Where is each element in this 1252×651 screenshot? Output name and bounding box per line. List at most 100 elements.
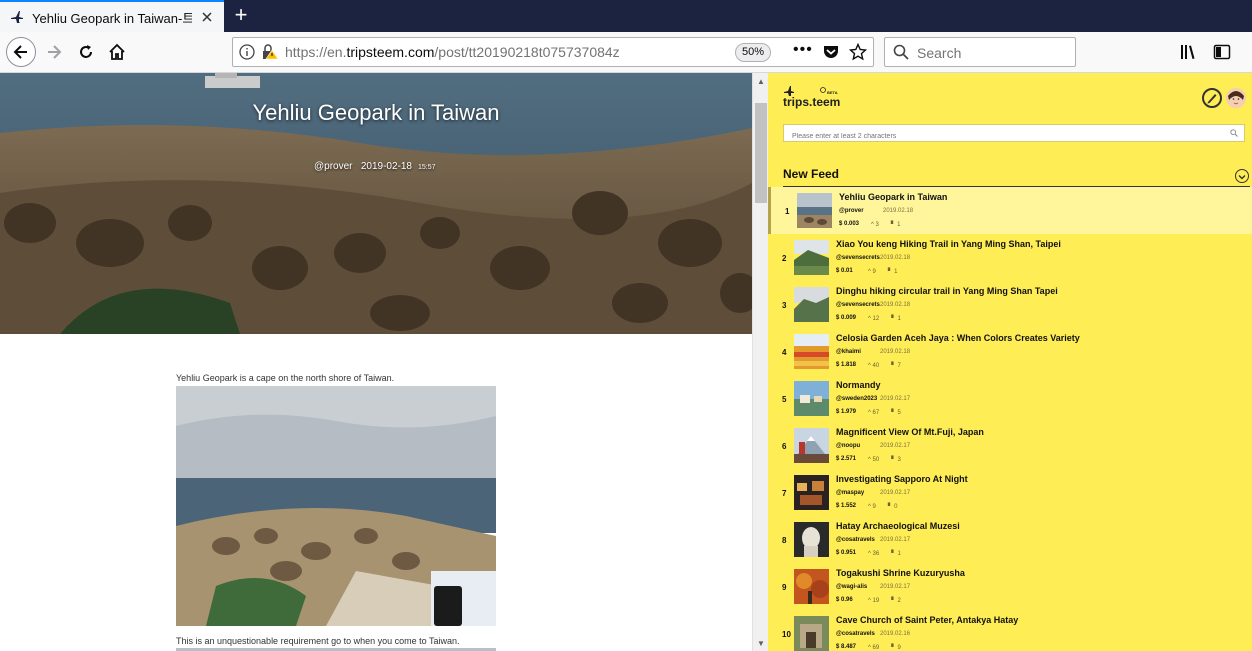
feed-item-payout: $ 8.487 [836,644,857,650]
feed-item-stats: ^ 50 ▘ 3 [868,456,901,463]
comment-icon[interactable]: ▘ [891,222,896,228]
feed-item[interactable]: 6 Magnificent View Of Mt.Fuji, Japan @no… [768,422,1252,469]
feed-item-thumbnail[interactable] [794,522,829,557]
feed-item-title[interactable]: Celosia Garden Aceh Jaya : When Colors C… [836,333,1080,343]
feed-item-title[interactable]: Cave Church of Saint Peter, Antakya Hata… [836,615,1018,625]
feed-item[interactable]: 4 Celosia Garden Aceh Jaya : When Colors… [768,328,1252,375]
user-avatar[interactable] [1226,88,1246,108]
home-button[interactable] [103,38,131,66]
feed-item-date: 2019.02.18 [883,208,914,214]
feed-item-thumbnail[interactable] [794,240,829,275]
feed-item-title[interactable]: Hatay Archaeological Muzesi [836,521,960,531]
comment-icon[interactable]: ▘ [891,410,896,416]
feed-item-title[interactable]: Investigating Sapporo At Night [836,474,968,484]
upvote-icon[interactable]: ^ [868,363,871,369]
url-text[interactable]: https://en.tripsteem.com/post/tt20190218… [285,44,620,60]
feed-item-author[interactable]: @maspay [836,490,864,496]
feed-item-votes: 9 [872,269,876,275]
feed-item[interactable]: 10 Cave Church of Saint Peter, Antakya H… [768,610,1252,651]
info-icon[interactable] [239,44,255,60]
feed-item-author[interactable]: @cosatravels [836,631,875,637]
pocket-icon[interactable] [823,44,839,60]
feed-item-author[interactable]: @noopu [836,443,860,449]
scrollbar-thumb[interactable] [755,103,767,203]
upvote-icon[interactable]: ^ [868,504,871,510]
write-post-button[interactable] [1202,88,1222,108]
sidebar-search[interactable] [783,124,1245,145]
comment-icon[interactable]: ▘ [888,269,893,275]
comment-icon[interactable]: ▘ [888,504,893,510]
feed-item-title[interactable]: Normandy [836,380,881,390]
feed-item[interactable]: 2 Xiao You keng Hiking Trail in Yang Min… [768,234,1252,281]
feed-item[interactable]: 5 Normandy @sweden2023 2019.02.17 $ 1.97… [768,375,1252,422]
new-tab-button[interactable]: + [230,4,252,27]
feed-item-rank: 6 [782,442,787,451]
forward-button[interactable] [40,38,68,66]
feed-item[interactable]: 8 Hatay Archaeological Muzesi @cosatrave… [768,516,1252,563]
close-tab-icon[interactable] [200,10,214,24]
page-scrollbar[interactable]: ▲ ▼ [752,73,768,651]
feed-item[interactable]: 7 Investigating Sapporo At Night @maspay… [768,469,1252,516]
feed-item-author[interactable]: @khaimi [836,349,861,355]
feed-item-votes: 67 [872,410,880,416]
upvote-icon[interactable]: ^ [868,645,871,651]
feed-item[interactable]: 9 Togakushi Shrine Kuzuryusha @wagi-alis… [768,563,1252,610]
comment-icon[interactable]: ▘ [891,457,896,463]
comment-icon[interactable]: ▘ [891,551,896,557]
upvote-icon[interactable]: ^ [868,316,871,322]
page-actions-icon[interactable]: ••• [793,41,813,59]
feed-item-payout: $ 0.009 [836,315,857,321]
comment-icon[interactable]: ▘ [891,363,896,369]
active-tab[interactable]: Yehliu Geopark in Taiwan-트립 [0,0,224,32]
feed-item-thumbnail[interactable] [794,334,829,369]
feed-item-thumbnail[interactable] [794,287,829,322]
upvote-icon[interactable]: ^ [868,457,871,463]
upvote-icon[interactable]: ^ [868,551,871,557]
feed-item-thumbnail[interactable] [794,616,829,651]
url-bar[interactable]: https://en.tripsteem.com/post/tt20190218… [232,37,874,67]
feed-item-author[interactable]: @cosatravels [836,537,875,543]
svg-text:BETA: BETA [827,90,838,95]
feed-item-author[interactable]: @prover [839,208,864,214]
feed-item-thumbnail[interactable] [794,428,829,463]
feed-item-thumbnail[interactable] [794,475,829,510]
feed-item[interactable]: 3 Dinghu hiking circular trail in Yang M… [768,281,1252,328]
tripsteem-logo[interactable]: trips.teem BETA [782,83,844,109]
upvote-icon[interactable]: ^ [868,410,871,416]
back-button[interactable] [6,37,36,67]
sidebar-search-icon[interactable] [1230,129,1238,137]
upvote-icon[interactable]: ^ [868,269,871,275]
sidebar-search-input[interactable] [784,128,1214,145]
feed-item-title[interactable]: Magnificent View Of Mt.Fuji, Japan [836,427,984,437]
reload-button[interactable] [72,38,100,66]
feed-item-author[interactable]: @sevensecrets [836,255,880,261]
comment-icon[interactable]: ▘ [891,316,896,322]
scroll-down-arrow-icon[interactable]: ▼ [757,639,765,648]
upvote-icon[interactable]: ^ [868,598,871,604]
post-author[interactable]: @prover [314,161,353,172]
feed-item-title[interactable]: Dinghu hiking circular trail in Yang Min… [836,286,1058,296]
feed-item[interactable]: 1 Yehliu Geopark in Taiwan @prover 2019.… [768,187,1252,234]
upvote-icon[interactable]: ^ [871,222,874,228]
feed-item-author[interactable]: @sevensecrets [836,302,880,308]
comment-icon[interactable]: ▘ [891,598,896,604]
feed-item-title[interactable]: Yehliu Geopark in Taiwan [839,192,947,202]
zoom-indicator[interactable]: 50% [735,43,772,62]
feed-item-author[interactable]: @wagi-alis [836,584,867,590]
feed-item-votes: 9 [872,504,876,510]
feed-item-votes: 19 [872,598,880,604]
feed-item-title[interactable]: Togakushi Shrine Kuzuryusha [836,568,965,578]
library-icon[interactable] [1180,43,1198,61]
bookmark-star-icon[interactable] [849,43,867,61]
feed-collapse-button[interactable] [1235,169,1249,183]
feed-item-title[interactable]: Xiao You keng Hiking Trail in Yang Ming … [836,239,1061,249]
scroll-up-arrow-icon[interactable]: ▲ [757,77,765,86]
comment-icon[interactable]: ▘ [891,645,896,651]
sidebar-toggle-icon[interactable] [1213,43,1231,61]
feed-item-thumbnail[interactable] [797,193,832,228]
search-bar[interactable]: Search [884,37,1076,67]
insecure-lock-icon[interactable] [261,44,279,60]
feed-item-thumbnail[interactable] [794,381,829,416]
feed-item-thumbnail[interactable] [794,569,829,604]
feed-item-author[interactable]: @sweden2023 [836,396,877,402]
